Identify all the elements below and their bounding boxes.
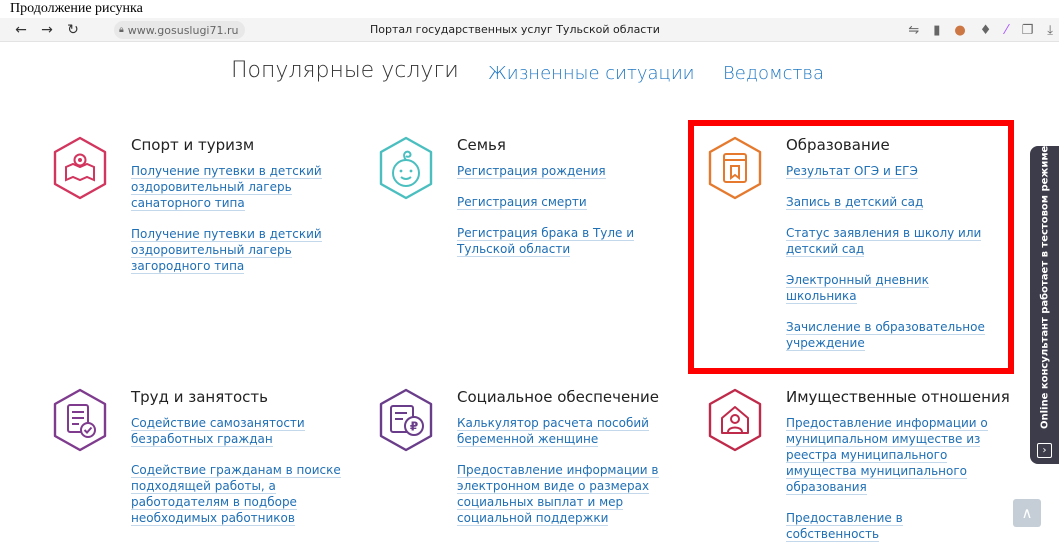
link-birth-registration[interactable]: Регистрация рождения: [457, 163, 687, 179]
link-social-payments-info[interactable]: Предоставление информации в электронном …: [457, 462, 667, 526]
lock-icon: 🔒︎: [119, 25, 124, 35]
card-links: Получение путевки в детский оздоровитель…: [131, 163, 361, 289]
nav-popular[interactable]: Популярные услуги: [231, 58, 459, 83]
map-pin-icon: [53, 136, 107, 200]
online-consultant-tab[interactable]: Online консультант работает в тестовом р…: [1030, 145, 1059, 464]
card-links: Регистрация рождения Регистрация смерти …: [457, 163, 687, 272]
section-nav: Популярные услуги Жизненные ситуации Вед…: [0, 58, 1059, 94]
link-self-employment[interactable]: Содействие самозанятости безработных гра…: [131, 415, 346, 447]
card-links: Калькулятор расчета пособий беременной ж…: [457, 415, 667, 541]
link-marriage-registration[interactable]: Регистрация брака в Туле и Тульской обла…: [457, 225, 687, 257]
browser-window: ← → ↻ 🔒︎ www.gosuslugi71.ru Портал госуд…: [0, 18, 1059, 550]
scroll-up-button[interactable]: ∧: [1013, 499, 1041, 527]
card-links: Предоставление информации о муниципально…: [786, 415, 996, 557]
ruble-document-icon: ₽: [379, 388, 433, 452]
nav-departments[interactable]: Ведомства: [723, 63, 824, 84]
card-title: Спорт и туризм: [131, 136, 255, 154]
toolbar-right: ⇋ ▮ ● ♦ ⁄ ❐ ⤓: [908, 18, 1059, 42]
consultant-open-icon[interactable]: ›: [1037, 443, 1052, 458]
link-municipal-property-info[interactable]: Предоставление информации о муниципально…: [786, 415, 996, 495]
card-links: Содействие самозанятости безработных гра…: [131, 415, 346, 541]
card-title: Имущественные отношения: [786, 388, 1010, 406]
reload-icon[interactable]: ↻: [60, 18, 86, 42]
collections-icon[interactable]: ❐: [1022, 23, 1034, 38]
link-job-search[interactable]: Содействие гражданам в поиске подходящей…: [131, 462, 346, 526]
card-title: Труд и занятость: [131, 388, 268, 406]
baby-icon: [379, 136, 433, 200]
card-title: Семья: [457, 136, 506, 154]
bookmark-icon[interactable]: ▮: [933, 23, 940, 38]
card-title: Социальное обеспечение: [457, 388, 660, 406]
forward-icon[interactable]: →: [34, 18, 60, 42]
browser-toolbar: ← → ↻ 🔒︎ www.gosuslugi71.ru Портал госуд…: [0, 18, 1059, 42]
svg-text:₽: ₽: [410, 420, 418, 434]
page-title: Портал государственных услуг Тульской об…: [370, 23, 660, 36]
extension-icon[interactable]: ●: [954, 23, 965, 38]
document-check-icon: [53, 388, 107, 452]
url-bar[interactable]: 🔒︎ www.gosuslugi71.ru: [114, 21, 246, 39]
translate-icon[interactable]: ⇋: [908, 23, 919, 38]
consultant-label: Online консультант работает в тестовом р…: [1039, 145, 1051, 429]
link-camp-sanatorium[interactable]: Получение путевки в детский оздоровитель…: [131, 163, 361, 211]
download-icon[interactable]: ⤓: [1047, 23, 1053, 38]
link-benefit-calculator[interactable]: Калькулятор расчета пособий беременной ж…: [457, 415, 667, 447]
highlight-box: [688, 120, 1014, 374]
link-ownership-transfer[interactable]: Предоставление в собственность: [786, 510, 996, 542]
link-camp-country[interactable]: Получение путевки в детский оздоровитель…: [131, 226, 361, 274]
pen-icon[interactable]: ⁄: [1005, 23, 1007, 38]
nav-life-situations[interactable]: Жизненные ситуации: [488, 63, 695, 84]
house-user-icon: [708, 388, 762, 452]
link-death-registration[interactable]: Регистрация смерти: [457, 194, 687, 210]
url-text: www.gosuslugi71.ru: [127, 23, 239, 37]
back-icon[interactable]: ←: [8, 18, 34, 42]
extension2-icon[interactable]: ♦: [980, 23, 992, 38]
caption: Продолжение рисунка: [0, 0, 1059, 18]
